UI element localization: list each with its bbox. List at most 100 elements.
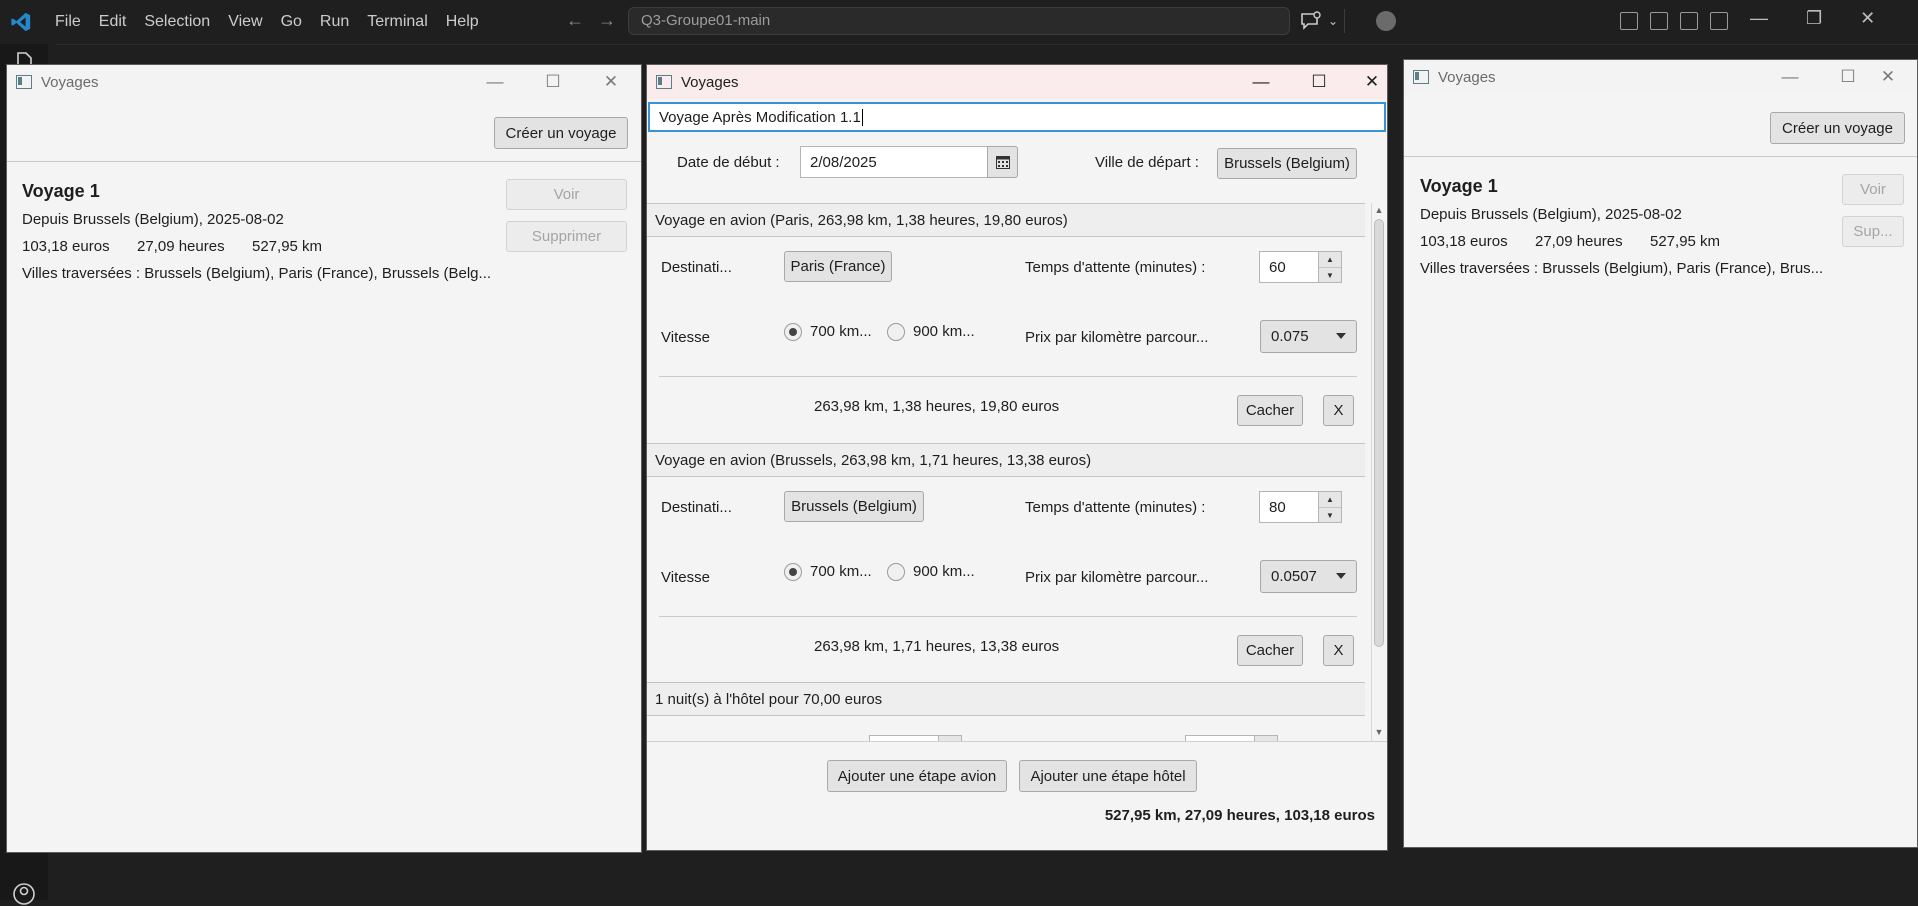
app-icon [16, 75, 32, 89]
speed-700-label: 700 km... [810, 563, 872, 580]
maximize-icon[interactable]: ☐ [1299, 65, 1339, 99]
scrollbar-thumb[interactable] [1374, 219, 1384, 647]
add-plane-step-button[interactable]: Ajouter une étape avion [827, 760, 1007, 792]
divider [647, 741, 1387, 742]
speed-900-radio[interactable] [887, 563, 905, 581]
speed-900-label: 900 km... [913, 323, 975, 340]
divider [7, 161, 641, 162]
app-icon [1413, 70, 1429, 84]
command-center-search[interactable]: Q3-Groupe01-main [628, 7, 1290, 35]
close-icon[interactable]: ✕ [1868, 60, 1908, 94]
chevron-down-icon [1336, 573, 1346, 579]
divider [659, 376, 1357, 377]
create-trip-button[interactable]: Créer un voyage [1770, 112, 1905, 144]
trip-cities: Villes traversées : Brussels (Belgium), … [22, 265, 492, 282]
steps-scrollbar[interactable]: ▲ ▼ [1371, 203, 1386, 741]
spinner-up-icon[interactable]: ▲ [1319, 252, 1341, 267]
close-icon[interactable]: ✕ [1357, 65, 1387, 99]
trip-hours: 27,09 heures [1535, 233, 1623, 250]
trip-editor-window: Voyages — ☐ ✕ Voyage Après Modification … [646, 64, 1388, 851]
price-per-km-select[interactable]: 0.0507 [1260, 560, 1357, 593]
trip-title: Voyage 1 [22, 181, 100, 201]
speed-700-radio[interactable] [784, 323, 802, 341]
wait-time-input[interactable]: 60 [1259, 251, 1319, 283]
maximize-icon[interactable]: ☐ [1828, 60, 1868, 94]
vscode-minimize-icon[interactable]: — [1750, 8, 1768, 29]
spinner-down-icon[interactable]: ▼ [1319, 507, 1341, 523]
date-picker-button[interactable] [987, 146, 1018, 178]
vscode-menu-bar: File Edit Selection View Go Run Terminal… [46, 0, 488, 44]
departure-city-button[interactable]: Brussels (Belgium) [1217, 148, 1357, 179]
minimize-icon[interactable]: — [475, 65, 515, 99]
view-trip-button[interactable]: Voir [1842, 174, 1904, 205]
add-hotel-step-button[interactable]: Ajouter une étape hôtel [1019, 760, 1197, 792]
menu-file[interactable]: File [46, 13, 90, 31]
menu-view[interactable]: View [219, 13, 271, 31]
vscode-restore-icon[interactable]: ❐ [1806, 8, 1822, 29]
menu-edit[interactable]: Edit [90, 13, 136, 31]
app-icon [656, 75, 672, 89]
create-trip-button[interactable]: Créer un voyage [494, 117, 628, 149]
menu-go[interactable]: Go [272, 13, 311, 31]
spinner-down-icon[interactable]: ▼ [1319, 267, 1341, 283]
speed-900-label: 900 km... [913, 563, 975, 580]
trip-distance: 527,95 km [1650, 233, 1721, 250]
hotel-step-header[interactable]: 1 nuit(s) à l'hôtel pour 70,00 euros [647, 682, 1365, 716]
menu-run[interactable]: Run [311, 13, 358, 31]
navigation-arrows: ← → [566, 10, 616, 31]
delete-trip-button[interactable]: Supprimer [506, 221, 627, 252]
delete-trip-button[interactable]: Sup... [1842, 216, 1904, 247]
divider [659, 616, 1357, 617]
window-title: Voyages [681, 73, 739, 91]
hide-step-button[interactable]: Cacher [1237, 395, 1303, 426]
window-title: Voyages [1438, 68, 1496, 86]
account-icon[interactable] [12, 882, 36, 906]
trips-window-left: Voyages — ☐ ✕ Créer un voyage Voyage 1 D… [6, 64, 642, 853]
maximize-icon[interactable]: ☐ [533, 65, 573, 99]
back-arrow-icon[interactable]: ← [566, 10, 584, 31]
forward-arrow-icon[interactable]: → [598, 10, 616, 31]
hide-step-button[interactable]: Cacher [1237, 635, 1303, 666]
menu-help[interactable]: Help [437, 13, 488, 31]
spinner-up-icon[interactable]: ▲ [1319, 492, 1341, 507]
vscode-logo-icon [11, 12, 31, 32]
trip-hours: 27,09 heures [137, 238, 225, 255]
customize-layout-icon[interactable] [1620, 12, 1638, 30]
wait-time-spinner[interactable]: ▲ ▼ [1318, 491, 1342, 523]
close-icon[interactable]: ✕ [591, 65, 631, 99]
toggle-panel-icon[interactable] [1680, 12, 1698, 30]
remove-step-button[interactable]: X [1323, 395, 1354, 426]
step-header[interactable]: Voyage en avion (Paris, 263,98 km, 1,38 … [647, 203, 1365, 237]
vscode-close-icon[interactable]: ✕ [1860, 8, 1875, 29]
step-header[interactable]: Voyage en avion (Brussels, 263,98 km, 1,… [647, 443, 1365, 477]
destination-button[interactable]: Brussels (Belgium) [784, 491, 924, 522]
trip-price: 103,18 euros [1420, 233, 1508, 250]
wait-time-spinner[interactable]: ▲ ▼ [1318, 251, 1342, 283]
remove-step-button[interactable]: X [1323, 635, 1354, 666]
price-per-km-select[interactable]: 0.075 [1260, 320, 1357, 353]
destination-button[interactable]: Paris (France) [784, 251, 892, 282]
menu-selection[interactable]: Selection [135, 13, 219, 31]
menu-terminal[interactable]: Terminal [358, 13, 436, 31]
trip-name-input[interactable]: Voyage Après Modification 1.1 [648, 102, 1386, 132]
speed-900-radio[interactable] [887, 323, 905, 341]
toggle-primary-sidebar-icon[interactable] [1650, 12, 1668, 30]
wait-time-label: Temps d'attente (minutes) : [1025, 499, 1206, 516]
minimize-icon[interactable]: — [1770, 60, 1810, 94]
minimize-icon[interactable]: — [1241, 65, 1281, 99]
trip-departure: Depuis Brussels (Belgium), 2025-08-02 [1420, 206, 1682, 223]
wait-time-input[interactable]: 80 [1259, 491, 1319, 523]
trip-price: 103,18 euros [22, 238, 110, 255]
destination-label: Destinati... [661, 499, 732, 516]
view-trip-button[interactable]: Voir [506, 179, 627, 210]
speed-700-radio[interactable] [784, 563, 802, 581]
vscode-window-controls: — ❐ ✕ [1750, 8, 1875, 29]
scroll-down-icon[interactable]: ▼ [1372, 727, 1386, 737]
accounts-icon[interactable] [1376, 11, 1396, 31]
copilot-control[interactable]: ⌄ [1300, 9, 1346, 33]
start-date-input[interactable]: 2/08/2025 [800, 146, 988, 178]
text-caret [861, 108, 863, 126]
scroll-up-icon[interactable]: ▲ [1372, 205, 1386, 215]
chevron-down-icon[interactable]: ⌄ [1328, 14, 1338, 28]
toggle-secondary-sidebar-icon[interactable] [1710, 12, 1728, 30]
